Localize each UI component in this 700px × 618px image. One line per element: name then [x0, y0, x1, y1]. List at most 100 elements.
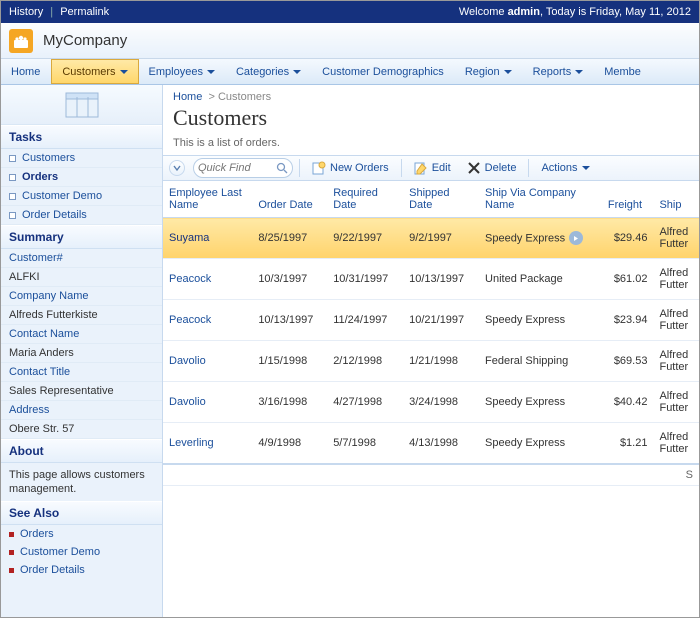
- column-header[interactable]: Ship: [653, 181, 699, 218]
- chevron-down-icon: [120, 70, 128, 78]
- cell[interactable]: Davolio: [163, 382, 252, 423]
- chevron-down-icon: [207, 70, 215, 78]
- chevron-down-icon: [575, 70, 583, 78]
- cell: $29.46: [602, 218, 654, 259]
- cell: Speedy Express: [479, 218, 602, 259]
- edit-button[interactable]: Edit: [408, 157, 457, 179]
- toolbar-divider: [528, 159, 529, 177]
- goto-icon[interactable]: [569, 231, 583, 245]
- tasks-heading: Tasks: [1, 125, 162, 149]
- welcome-text: Welcome admin, Today is Friday, May 11, …: [459, 1, 691, 23]
- cell[interactable]: Peacock: [163, 300, 252, 341]
- cell: 11/24/1997: [327, 300, 403, 341]
- menu-bar: HomeCustomersEmployeesCategoriesCustomer…: [1, 59, 699, 85]
- cell: Alfred Futter: [653, 423, 699, 465]
- menu-item-categories[interactable]: Categories: [226, 59, 312, 84]
- cell: Federal Shipping: [479, 341, 602, 382]
- menu-item-home[interactable]: Home: [1, 59, 51, 84]
- column-header[interactable]: Shipped Date: [403, 181, 479, 218]
- cell: Alfred Futter: [653, 341, 699, 382]
- expand-button[interactable]: [169, 160, 185, 176]
- table-row[interactable]: Davolio1/15/19982/12/19981/21/1998Federa…: [163, 341, 699, 382]
- cell: 10/13/1997: [403, 259, 479, 300]
- column-header[interactable]: Required Date: [327, 181, 403, 218]
- brand-title: MyCompany: [43, 32, 127, 49]
- sidebar-hero-icon: [1, 85, 162, 125]
- task-item-customers[interactable]: Customers: [1, 149, 162, 168]
- cell: 1/15/1998: [252, 341, 327, 382]
- cell: 10/31/1997: [327, 259, 403, 300]
- about-heading: About: [1, 439, 162, 463]
- column-header[interactable]: Ship Via Company Name: [479, 181, 602, 218]
- menu-item-employees[interactable]: Employees: [139, 59, 226, 84]
- seealso-link[interactable]: Customer Demo: [1, 543, 162, 561]
- delete-icon: [467, 161, 481, 175]
- summary-label: Contact Name: [1, 325, 162, 344]
- column-header[interactable]: Employee Last Name: [163, 181, 252, 218]
- cell: $23.94: [602, 300, 654, 341]
- table-row[interactable]: Suyama8/25/19979/22/19979/2/1997Speedy E…: [163, 218, 699, 259]
- cell: 4/27/1998: [327, 382, 403, 423]
- cell: 10/21/1997: [403, 300, 479, 341]
- cell: United Package: [479, 259, 602, 300]
- search-icon[interactable]: [276, 162, 288, 174]
- menu-item-membe[interactable]: Membe: [594, 59, 652, 84]
- cell: 5/7/1998: [327, 423, 403, 465]
- bullet-icon: [9, 568, 14, 573]
- task-item-customer-demo[interactable]: Customer Demo: [1, 187, 162, 206]
- menu-item-region[interactable]: Region: [455, 59, 523, 84]
- menu-item-customer-demographics[interactable]: Customer Demographics: [312, 59, 455, 84]
- cell: Speedy Express: [479, 423, 602, 465]
- permalink-link[interactable]: Permalink: [60, 6, 109, 18]
- quick-find-input[interactable]: [198, 162, 276, 174]
- page-title: Customers: [163, 105, 699, 137]
- quick-find[interactable]: [193, 158, 293, 178]
- table-row[interactable]: Peacock10/13/199711/24/199710/21/1997Spe…: [163, 300, 699, 341]
- cell: $1.21: [602, 423, 654, 465]
- cell: 3/16/1998: [252, 382, 327, 423]
- column-header[interactable]: Order Date: [252, 181, 327, 218]
- column-header[interactable]: Freight: [602, 181, 654, 218]
- bullet-icon: [9, 550, 14, 555]
- box-icon: [9, 193, 16, 200]
- summary-heading: Summary: [1, 225, 162, 249]
- table-row[interactable]: Peacock10/3/199710/31/199710/13/1997Unit…: [163, 259, 699, 300]
- sidebar: Tasks CustomersOrdersCustomer DemoOrder …: [1, 85, 163, 617]
- history-link[interactable]: History: [9, 6, 43, 18]
- crumb-home[interactable]: Home: [173, 91, 202, 103]
- cell[interactable]: Leverling: [163, 423, 252, 465]
- cell: Speedy Express: [479, 300, 602, 341]
- top-bar: History | Permalink Welcome admin, Today…: [1, 1, 699, 23]
- summary-label: Company Name: [1, 287, 162, 306]
- new-icon: [312, 161, 326, 175]
- task-item-order-details[interactable]: Order Details: [1, 206, 162, 225]
- orders-grid: Employee Last NameOrder DateRequired Dat…: [163, 181, 699, 486]
- menu-item-customers[interactable]: Customers: [51, 59, 138, 84]
- brand-logo-icon: [9, 29, 33, 53]
- new-orders-button[interactable]: New Orders: [306, 157, 395, 179]
- summary-value: Sales Representative: [1, 382, 162, 401]
- cell: 3/24/1998: [403, 382, 479, 423]
- cell[interactable]: Suyama: [163, 218, 252, 259]
- grid-footer: S: [163, 464, 699, 486]
- menu-item-reports[interactable]: Reports: [523, 59, 595, 84]
- main-pane: Home > Customers Customers This is a lis…: [163, 85, 699, 617]
- cell: 9/2/1997: [403, 218, 479, 259]
- table-row[interactable]: Davolio3/16/19984/27/19983/24/1998Speedy…: [163, 382, 699, 423]
- breadcrumb: Home > Customers: [163, 85, 699, 105]
- seealso-heading: See Also: [1, 501, 162, 525]
- actions-dropdown[interactable]: Actions: [535, 157, 595, 179]
- cell: 4/13/1998: [403, 423, 479, 465]
- delete-button[interactable]: Delete: [461, 157, 523, 179]
- task-item-orders[interactable]: Orders: [1, 168, 162, 187]
- seealso-link[interactable]: Orders: [1, 525, 162, 543]
- cell: 9/22/1997: [327, 218, 403, 259]
- box-icon: [9, 212, 16, 219]
- table-row[interactable]: Leverling4/9/19985/7/19984/13/1998Speedy…: [163, 423, 699, 465]
- cell[interactable]: Davolio: [163, 341, 252, 382]
- summary-value: Obere Str. 57: [1, 420, 162, 439]
- chevron-down-icon: [504, 70, 512, 78]
- summary-label: Customer#: [1, 249, 162, 268]
- cell[interactable]: Peacock: [163, 259, 252, 300]
- seealso-link[interactable]: Order Details: [1, 561, 162, 579]
